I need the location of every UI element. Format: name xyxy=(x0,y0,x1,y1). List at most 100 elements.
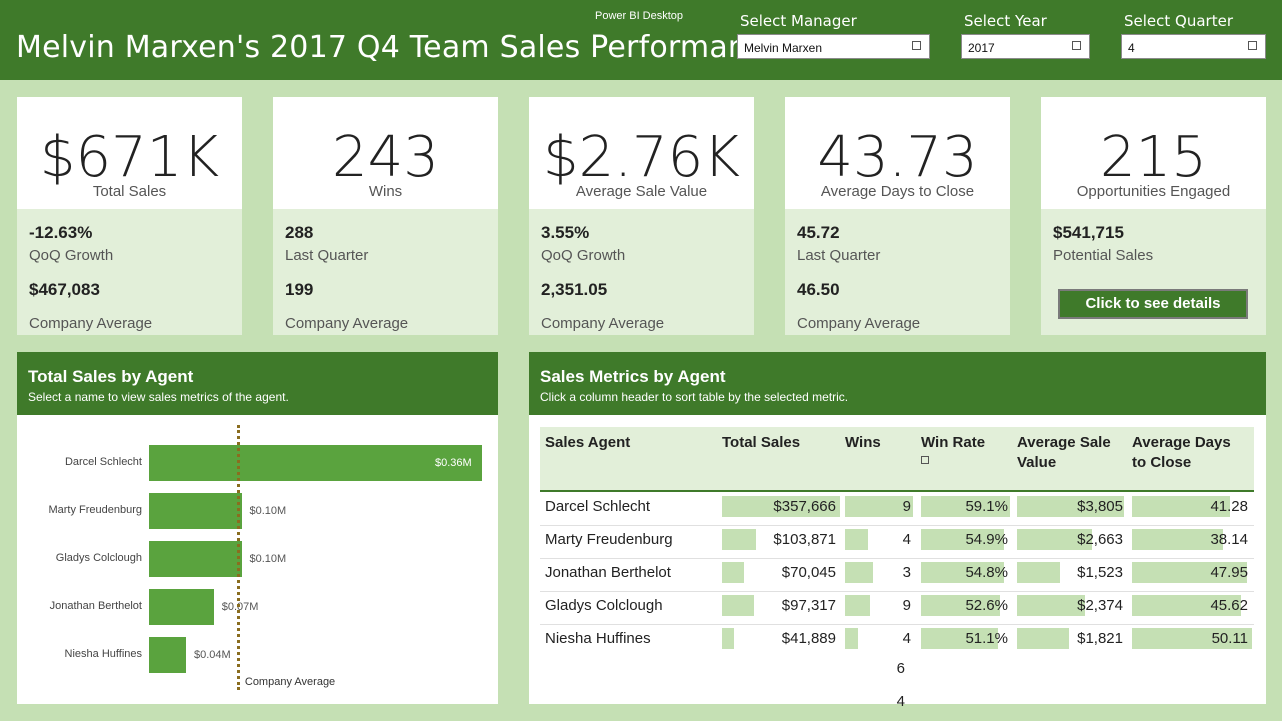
cell-total-sales: $103,871 xyxy=(773,531,836,548)
kpi-card-days-to-close: 43.73 Average Days to Close xyxy=(785,97,1010,209)
cell-avg-sale: $1,821 xyxy=(1077,630,1123,647)
panel-subtitle: Click a column header to sort table by t… xyxy=(540,390,849,404)
column-header-average-sale-value[interactable]: Average Sale Value xyxy=(1017,433,1127,473)
bar-gladys-colclough[interactable] xyxy=(149,541,242,577)
manager-filter-label: Select Manager xyxy=(740,12,857,30)
cell-avg-sale: $3,805 xyxy=(1077,498,1123,515)
sales-metrics-table: Sales Agent Total Sales Wins Win Rate Av… xyxy=(529,415,1266,710)
stat-value: 288 xyxy=(285,223,314,242)
quarter-dropdown[interactable]: 4 xyxy=(1121,34,1266,59)
cell-total-sales: $357,666 xyxy=(773,498,836,515)
stat-value: $467,083 xyxy=(29,280,100,299)
kpi-value: 243 xyxy=(332,125,439,190)
kpi-card-stats: 3.55% QoQ Growth 2,351.05 Company Averag… xyxy=(529,209,754,335)
kpi-value: 215 xyxy=(1100,125,1207,190)
stat-value: 2,351.05 xyxy=(541,280,608,299)
cell-win-rate: 54.9% xyxy=(965,531,1008,548)
kpi-label: Average Sale Value xyxy=(575,183,708,200)
see-details-button[interactable]: Click to see details xyxy=(1058,289,1248,319)
bar-value-label: $0.10M xyxy=(249,505,287,517)
panel-title: Sales Metrics by Agent xyxy=(540,367,726,386)
kpi-label: Total Sales xyxy=(92,183,167,200)
panel-subtitle: Select a name to view sales metrics of t… xyxy=(28,390,289,404)
stat-label: Potential Sales xyxy=(1053,247,1154,264)
total-sales-chart: Darcel Schlecht $0.36M Marty Freudenburg $0… xyxy=(17,415,498,704)
kpi-label: Wins xyxy=(368,183,403,200)
stat-label: QoQ Growth xyxy=(541,247,626,264)
sales-metrics-panel-header: Sales Metrics by Agent Click a column he… xyxy=(529,352,1266,415)
bar-darcel-schlecht[interactable] xyxy=(149,445,482,481)
quarter-dropdown-value: 4 xyxy=(1128,41,1135,55)
column-header-sales-agent[interactable]: Sales Agent xyxy=(545,433,630,453)
overflow-wins-value: 6 xyxy=(896,660,905,677)
stat-label: Company Average xyxy=(797,315,921,332)
kpi-label: Opportunities Engaged xyxy=(1076,183,1231,200)
bar-category-label[interactable]: Niesha Huffines xyxy=(7,648,142,660)
stat-label: Company Average xyxy=(29,315,153,332)
cell-avg-days: 50.11 xyxy=(1211,630,1248,647)
bar-category-label[interactable]: Marty Freudenburg xyxy=(7,504,142,516)
column-header-win-rate[interactable]: Win Rate xyxy=(921,433,985,464)
kpi-card-total-sales: $671K Total Sales xyxy=(17,97,242,209)
cell-avg-days: 45.62 xyxy=(1210,597,1248,614)
stat-label: Company Average xyxy=(285,315,409,332)
bar-value-label: $0.07M xyxy=(221,601,259,613)
cell-sales-agent: Marty Freudenburg xyxy=(545,531,673,548)
bar-category-label[interactable]: Jonathan Berthelot xyxy=(7,600,142,612)
manager-dropdown[interactable]: Melvin Marxen xyxy=(737,34,930,59)
bar-category-label[interactable]: Darcel Schlecht xyxy=(7,456,142,468)
manager-dropdown-value: Melvin Marxen xyxy=(744,41,823,55)
kpi-card-opportunities: 215 Opportunities Engaged xyxy=(1041,97,1266,209)
kpi-card-wins: 243 Wins xyxy=(273,97,498,209)
bar-value-label: $0.36M xyxy=(435,457,472,469)
sort-indicator-icon xyxy=(921,456,929,464)
quarter-filter-label: Select Quarter xyxy=(1124,12,1233,30)
reference-line-label: Company Average xyxy=(244,676,336,688)
cell-wins: 9 xyxy=(902,597,911,614)
cell-wins: 9 xyxy=(902,498,911,515)
cell-avg-sale: $1,523 xyxy=(1077,564,1123,581)
stat-label: Company Average xyxy=(541,315,665,332)
bar-category-label[interactable]: Gladys Colclough xyxy=(7,552,142,564)
bar-jonathan-berthelot[interactable] xyxy=(149,589,214,625)
cell-sales-agent: Niesha Huffines xyxy=(545,630,651,647)
cell-avg-days: 38.14 xyxy=(1210,531,1248,548)
cell-avg-days: 47.95 xyxy=(1210,564,1248,581)
year-dropdown-value: 2017 xyxy=(968,41,995,55)
total-sales-panel-header: Total Sales by Agent Select a name to vi… xyxy=(17,352,498,415)
panel-title: Total Sales by Agent xyxy=(28,367,194,386)
kpi-card-stats: -12.63% QoQ Growth $467,083 Company Aver… xyxy=(17,209,242,335)
kpi-value: $671K xyxy=(39,125,220,190)
cell-win-rate: 52.6% xyxy=(965,597,1008,614)
kpi-label: Average Days to Close xyxy=(820,183,975,200)
cell-win-rate: 51.1% xyxy=(965,630,1008,647)
stat-label: Last Quarter xyxy=(797,247,881,264)
bar-marty-freudenburg[interactable] xyxy=(149,493,242,529)
cell-wins: 4 xyxy=(902,531,911,548)
bar-value-label: $0.04M xyxy=(194,649,231,661)
cell-wins: 3 xyxy=(902,564,911,581)
kpi-card-stats: 45.72 Last Quarter 46.50 Company Average xyxy=(785,209,1010,335)
bar-niesha-huffines[interactable] xyxy=(149,637,186,673)
stat-value: 46.50 xyxy=(797,280,840,299)
stat-value: $541,715 xyxy=(1053,223,1124,242)
kpi-card-stats: 288 Last Quarter 199 Company Average xyxy=(273,209,498,335)
overflow-wins-value: 4 xyxy=(896,693,905,710)
page-title: Melvin Marxen's 2017 Q4 Team Sales Perfo… xyxy=(16,30,783,65)
year-dropdown[interactable]: 2017 xyxy=(961,34,1090,59)
stat-value: -12.63% xyxy=(29,223,93,242)
column-header-wins[interactable]: Wins xyxy=(845,433,881,453)
header-divider xyxy=(540,490,1254,492)
cell-sales-agent: Darcel Schlecht xyxy=(545,498,651,515)
stat-value: 3.55% xyxy=(541,223,590,242)
column-header-average-days-to-close[interactable]: Average Days to Close xyxy=(1132,433,1242,473)
cell-total-sales: $41,889 xyxy=(781,630,836,647)
kpi-value: $2.76K xyxy=(542,125,741,190)
column-header-label: Win Rate xyxy=(921,434,986,451)
cell-total-sales: $97,317 xyxy=(781,597,836,614)
kpi-value: 43.73 xyxy=(817,125,978,190)
app-title: Power BI Desktop xyxy=(595,10,684,22)
dropdown-icon xyxy=(1248,41,1257,50)
stat-label: Last Quarter xyxy=(285,247,369,264)
column-header-total-sales[interactable]: Total Sales xyxy=(722,433,800,453)
